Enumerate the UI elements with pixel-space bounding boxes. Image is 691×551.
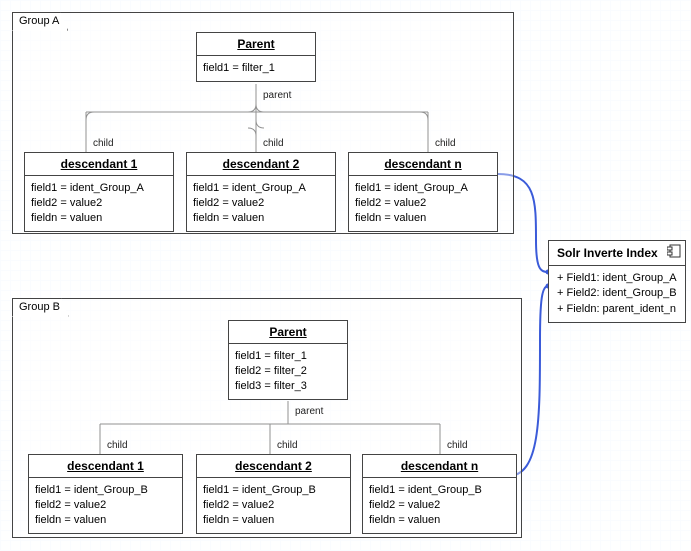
group-b-desc2-fields: field1 = ident_Group_B field2 = value2 f… (197, 478, 350, 533)
group-b-desc1: descendant 1 field1 = ident_Group_B fiel… (28, 454, 183, 534)
edge-label-child-b3: child (446, 440, 469, 451)
edge-label-parent-b: parent (294, 406, 324, 417)
group-b-title: Group B (12, 298, 69, 317)
group-a-parent-node: Parent field1 = filter_1 (196, 32, 316, 82)
group-a-parent-fields: field1 = filter_1 (197, 56, 315, 81)
group-b-desc3: descendant n field1 = ident_Group_B fiel… (362, 454, 517, 534)
group-a-desc3: descendant n field1 = ident_Group_A fiel… (348, 152, 498, 232)
solr-entries: + Field1: ident_Group_A + Field2: ident_… (549, 266, 685, 322)
edge-label-parent-a: parent (262, 90, 292, 101)
group-a-parent-title: Parent (197, 33, 315, 56)
group-b-desc1-fields: field1 = ident_Group_B field2 = value2 f… (29, 478, 182, 533)
group-b-desc3-fields: field1 = ident_Group_B field2 = value2 f… (363, 478, 516, 533)
group-b-desc3-title: descendant n (363, 455, 516, 478)
group-a-title: Group A (12, 12, 68, 31)
group-a-desc3-title: descendant n (349, 153, 497, 176)
group-b-desc2-title: descendant 2 (197, 455, 350, 478)
group-b-desc2: descendant 2 field1 = ident_Group_B fiel… (196, 454, 351, 534)
edge-label-child-a3: child (434, 138, 457, 149)
group-a-desc1-title: descendant 1 (25, 153, 173, 176)
edge-label-child-b1: child (106, 440, 129, 451)
group-a-desc2-fields: field1 = ident_Group_A field2 = value2 f… (187, 176, 335, 231)
edge-label-child-a1: child (92, 138, 115, 149)
group-b-parent-title: Parent (229, 321, 347, 344)
group-a-desc1-fields: field1 = ident_Group_A field2 = value2 f… (25, 176, 173, 231)
component-icon (667, 244, 681, 258)
group-a-desc1: descendant 1 field1 = ident_Group_A fiel… (24, 152, 174, 232)
group-a-desc2: descendant 2 field1 = ident_Group_A fiel… (186, 152, 336, 232)
group-b-parent-fields: field1 = filter_1 field2 = filter_2 fiel… (229, 344, 347, 399)
group-a-desc3-fields: field1 = ident_Group_A field2 = value2 f… (349, 176, 497, 231)
solr-index-node: Solr Inverte Index + Field1: ident_Group… (548, 240, 686, 323)
group-a-desc2-title: descendant 2 (187, 153, 335, 176)
edge-label-child-b2: child (276, 440, 299, 451)
group-b-desc1-title: descendant 1 (29, 455, 182, 478)
solr-title: Solr Inverte Index (557, 246, 658, 260)
edge-label-child-a2: child (262, 138, 285, 149)
group-b-parent-node: Parent field1 = filter_1 field2 = filter… (228, 320, 348, 400)
